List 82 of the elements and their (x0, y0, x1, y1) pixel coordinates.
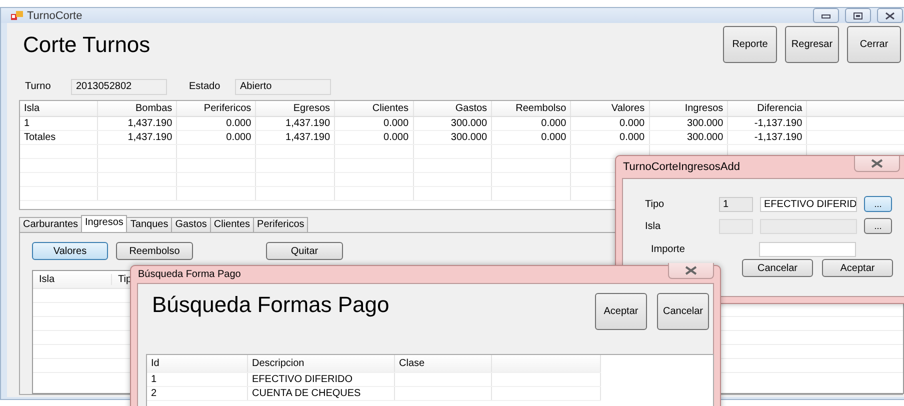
tab[interactable]: Tanques (126, 217, 172, 232)
column-header[interactable]: Clientes (334, 101, 414, 116)
maximize-button[interactable] (845, 8, 871, 23)
toolbar-button[interactable]: Cerrar (847, 26, 901, 63)
app-icon (11, 10, 23, 20)
field-label: Importe (650, 244, 686, 254)
table-cell: 0.000 (176, 130, 256, 144)
maximize-icon (853, 12, 863, 20)
column-header[interactable]: Id (147, 355, 248, 372)
table-cell: 0.000 (492, 130, 571, 144)
amount-field[interactable] (759, 242, 856, 256)
form-heading: Corte Turnos (22, 31, 150, 59)
dialog-button[interactable]: Aceptar (822, 259, 893, 277)
table-cell: 0.000 (334, 130, 414, 144)
close-icon (685, 266, 697, 275)
tab[interactable]: Gastos (171, 217, 211, 232)
column-header[interactable]: Isla (33, 274, 112, 285)
tab[interactable]: Ingresos (81, 215, 128, 232)
description-field[interactable] (760, 218, 857, 234)
table-cell: 2 (147, 386, 248, 400)
dialog-title: Búsqueda Forma Pago (138, 269, 242, 280)
column-header[interactable]: Reembolso (492, 101, 571, 116)
table-cell: 1,437.190 (98, 130, 177, 144)
dialog-heading: Búsqueda Formas Pago (151, 291, 390, 319)
close-button[interactable] (854, 156, 900, 172)
action-button[interactable]: Reembolso (116, 242, 193, 260)
close-icon (885, 12, 895, 20)
column-header[interactable]: Diferencia (728, 101, 807, 116)
table-cell: 1,437.190 (256, 130, 335, 144)
table-cell: 0.000 (176, 116, 256, 130)
description-field[interactable]: EFECTIVO DIFERID (760, 196, 857, 212)
dialog-button[interactable]: Cancelar (742, 259, 813, 277)
table-cell: 1,437.190 (256, 116, 335, 130)
tab[interactable]: Clientes (210, 217, 254, 232)
table-cell: 300.000 (413, 130, 492, 144)
table-cell: 0.000 (334, 116, 414, 130)
column-header[interactable]: Perifericos (176, 101, 256, 116)
action-button[interactable]: Valores (32, 242, 108, 260)
readonly-field[interactable]: 2013052802 (71, 78, 167, 94)
table-cell: 1,437.190 (98, 116, 177, 130)
window-title: TurnoCorte (27, 10, 82, 22)
field-label: Isla (645, 220, 662, 232)
close-button[interactable] (877, 8, 903, 23)
table-cell: 0.000 (570, 116, 650, 130)
column-header[interactable]: Egresos (256, 101, 335, 116)
table-cell: 300.000 (649, 130, 728, 144)
column-header[interactable]: Valores (570, 101, 650, 116)
close-icon (871, 158, 883, 168)
table-cell: EFECTIVO DIFERIDO (248, 372, 394, 386)
dialog-title: TurnoCorteIngresosAdd (623, 161, 741, 173)
tab[interactable]: Carburantes (19, 217, 82, 232)
close-button[interactable] (668, 263, 714, 279)
tab[interactable]: Perifericos (253, 217, 308, 232)
column-header[interactable]: Gastos (413, 101, 492, 116)
table-cell: 1 (147, 372, 248, 386)
column-header[interactable]: Bombas (98, 101, 177, 116)
field-label: Tipo (645, 198, 666, 210)
action-button[interactable]: Quitar (266, 242, 343, 260)
toolbar-button[interactable]: Regresar (785, 26, 839, 63)
readonly-field[interactable]: Abierto (235, 78, 331, 94)
dialog-button[interactable]: Aceptar (595, 293, 647, 330)
table-cell: 300.000 (413, 116, 492, 130)
table-cell: 300.000 (649, 116, 728, 130)
table-cell: Totales (20, 130, 98, 144)
table-cell: 1 (20, 116, 98, 130)
toolbar-button[interactable]: Reporte (723, 26, 777, 63)
browse-button[interactable]: ... (864, 196, 892, 212)
column-header[interactable]: Isla (20, 101, 98, 116)
table-cell: -1,137.190 (728, 116, 807, 130)
table-cell: 0.000 (570, 130, 650, 144)
code-field[interactable]: 1 (719, 196, 753, 212)
minimize-button[interactable] (813, 8, 839, 23)
field-label: Turno (25, 81, 52, 92)
table-cell: -1,137.190 (728, 130, 807, 144)
column-header[interactable]: Ingresos (649, 101, 728, 116)
dialog-button[interactable]: Cancelar (657, 293, 709, 330)
column-header[interactable]: Descripcion (248, 355, 394, 372)
table-cell: 0.000 (492, 116, 571, 130)
field-label: Estado (189, 81, 222, 92)
column-header[interactable]: Clase (394, 355, 492, 372)
minimize-icon (821, 12, 831, 18)
table-cell: CUENTA DE CHEQUES (248, 386, 394, 400)
